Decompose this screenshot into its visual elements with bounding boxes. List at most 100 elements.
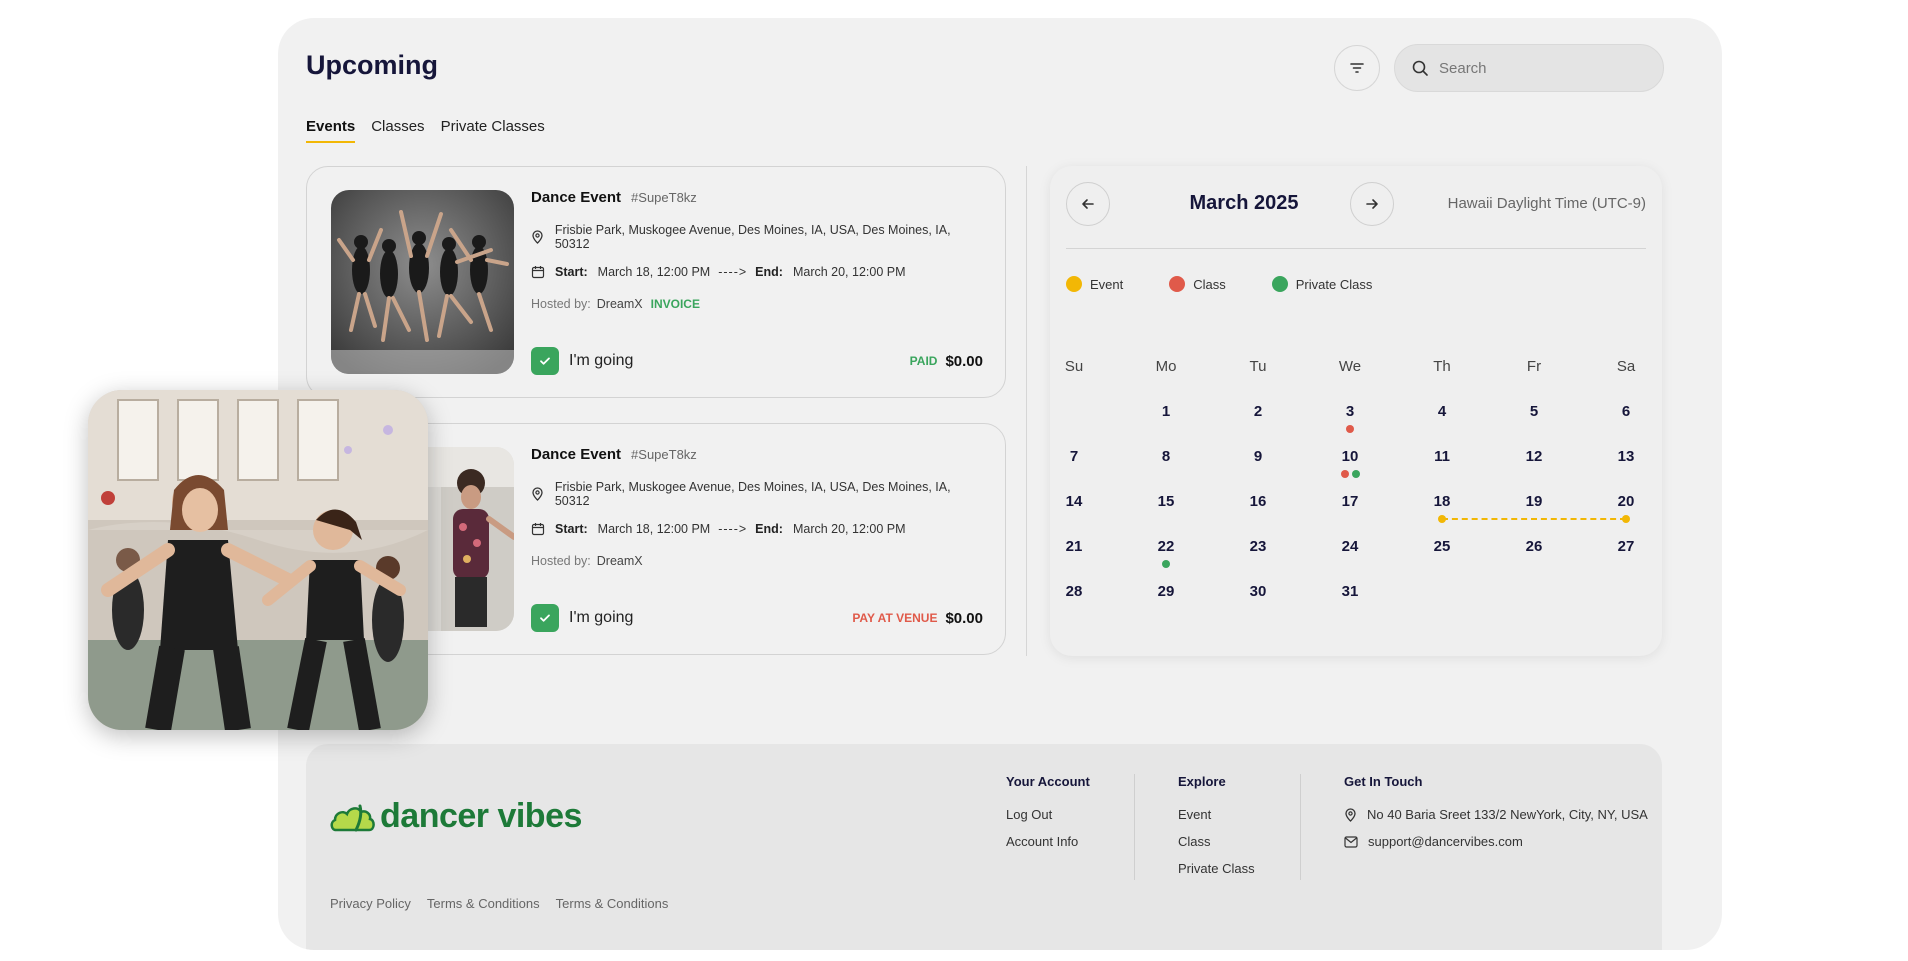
class-marker-dot (1340, 470, 1349, 478)
calendar-day[interactable]: 19 (1514, 493, 1554, 510)
calendar-day[interactable]: 18 (1422, 493, 1462, 510)
calendar-day[interactable]: 12 (1514, 448, 1554, 465)
event-link[interactable]: Event (1178, 807, 1255, 822)
calendar-day[interactable]: 16 (1238, 493, 1278, 510)
calendar-day[interactable]: 6 (1606, 403, 1646, 420)
legend-event: Event (1066, 276, 1123, 292)
calendar-day[interactable]: 10 (1330, 448, 1370, 465)
calendar-day[interactable]: 5 (1514, 403, 1554, 420)
legend-label: Event (1090, 276, 1124, 292)
mail-icon (1344, 835, 1358, 848)
calendar-day[interactable]: 31 (1330, 583, 1370, 600)
event-location: Frisbie Park, Muskogee Avenue, Des Moine… (554, 480, 951, 508)
footer-heading: Get In Touch (1344, 774, 1423, 789)
footer-heading: Your Account (1006, 774, 1090, 789)
start-datetime: March 18, 12:00 PM (597, 522, 711, 536)
tab-private-classes[interactable]: Private Classes (441, 118, 545, 143)
search-icon (1412, 60, 1428, 76)
next-month-button[interactable] (1350, 182, 1394, 226)
event-price: $0.00 (945, 352, 983, 370)
search-input[interactable] (1439, 59, 1639, 77)
month-label: March 2025 (1189, 192, 1299, 214)
footer-your-account: Your Account Log Out Account Info (1006, 774, 1090, 861)
calendar-day[interactable]: 23 (1238, 538, 1278, 555)
weekday-label: Tu (1249, 358, 1267, 375)
host-name: DreamX (596, 297, 643, 311)
footer-heading: Explore (1178, 774, 1226, 789)
calendar-day[interactable]: 17 (1330, 493, 1370, 510)
calendar-day[interactable]: 27 (1606, 538, 1646, 555)
arrow-left-icon (1082, 199, 1094, 209)
event-title: Dance Event (531, 189, 622, 206)
calendar-day[interactable]: 3 (1330, 403, 1370, 420)
event-card[interactable]: Dance Event #SupeT8kz Frisbie Park, Musko… (306, 166, 1006, 398)
legend-label: Class (1193, 276, 1226, 292)
calendar-day[interactable]: 29 (1146, 583, 1186, 600)
calendar-day[interactable]: 24 (1330, 538, 1370, 555)
calendar-day[interactable]: 7 (1054, 448, 1094, 465)
legend-dot (1169, 276, 1186, 292)
host-name: DreamX (596, 554, 643, 568)
calendar-day[interactable]: 13 (1606, 448, 1646, 465)
start-datetime: March 18, 12:00 PM (597, 265, 711, 279)
legend-dot (1066, 276, 1082, 292)
privacy-policy-link[interactable]: Privacy Policy (330, 896, 411, 911)
calendar-legend: Event Class Private Class (1066, 276, 1418, 292)
legend-label: Private Class (1295, 276, 1373, 292)
end-label: End: (755, 522, 783, 536)
footer-divider (1300, 774, 1301, 880)
calendar-day[interactable]: 28 (1054, 583, 1094, 600)
calendar-day[interactable]: 9 (1238, 448, 1278, 465)
calendar-day[interactable]: 2 (1238, 403, 1278, 420)
calendar-divider (1066, 248, 1646, 249)
event-marker-dot (1622, 515, 1630, 523)
logout-link[interactable]: Log Out (1006, 807, 1090, 822)
tab-classes[interactable]: Classes (371, 118, 424, 143)
calendar-day[interactable]: 30 (1238, 583, 1278, 600)
tab-events[interactable]: Events (306, 118, 356, 143)
terms-link[interactable]: Terms & Conditions (427, 896, 540, 911)
going-toggle[interactable]: I'm going (531, 604, 633, 632)
calendar-day[interactable]: 20 (1606, 493, 1646, 510)
end-datetime: March 20, 12:00 PM (792, 522, 906, 536)
going-toggle[interactable]: I'm going (531, 347, 633, 375)
calendar-day[interactable]: 1 (1146, 403, 1186, 420)
event-range-line (1442, 518, 1626, 520)
event-image (331, 190, 514, 374)
location-pin-icon (531, 230, 545, 244)
weekday-label: We (1338, 358, 1362, 375)
calendar-day[interactable]: 21 (1054, 538, 1094, 555)
calendar-day[interactable]: 26 (1514, 538, 1554, 555)
footer-divider (1134, 774, 1135, 880)
calendar-day[interactable]: 8 (1146, 448, 1186, 465)
featured-dance-photo (88, 390, 428, 730)
calendar-day[interactable]: 25 (1422, 538, 1462, 555)
prev-month-button[interactable] (1066, 182, 1110, 226)
calendar-day[interactable]: 14 (1054, 493, 1094, 510)
terms-link[interactable]: Terms & Conditions (556, 896, 669, 911)
calendar-day[interactable]: 15 (1146, 493, 1186, 510)
legend-private-class: Private Class (1271, 276, 1373, 292)
private-class-link[interactable]: Private Class (1178, 861, 1255, 876)
filter-icon (1350, 63, 1364, 73)
footer-explore: Explore Event Class Private Class (1178, 774, 1255, 888)
range-arrow: ----> (718, 265, 748, 279)
account-info-link[interactable]: Account Info (1006, 834, 1090, 849)
arrow-right-icon (1366, 199, 1378, 209)
calendar-day[interactable]: 22 (1146, 538, 1186, 555)
event-price: $0.00 (945, 609, 983, 627)
event-code: #SupeT8kz (631, 190, 697, 205)
legal-links: Privacy Policy Terms & Conditions Terms … (330, 896, 668, 911)
tab-bar: Events Classes Private Classes (306, 118, 545, 143)
brand-logo[interactable]: dancer vibes (330, 796, 582, 836)
legend-class: Class (1169, 276, 1226, 292)
page-title: Upcoming (306, 50, 438, 80)
class-link[interactable]: Class (1178, 834, 1255, 849)
calendar-day[interactable]: 4 (1422, 403, 1462, 420)
filter-button[interactable] (1334, 45, 1380, 91)
contact-email-link[interactable]: support@dancervibes.com (1368, 834, 1523, 849)
invoice-link[interactable]: INVOICE (651, 297, 700, 311)
hosted-by-label: Hosted by: (531, 554, 591, 568)
event-marker-dot (1438, 515, 1446, 523)
calendar-day[interactable]: 11 (1422, 448, 1462, 465)
